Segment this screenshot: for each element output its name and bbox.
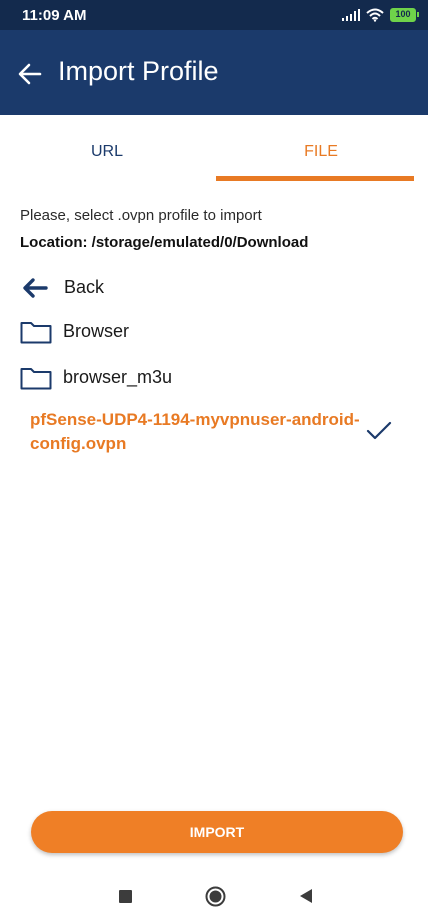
file-name: pfSense-UDP4-1194-myvpnuser-android-conf…	[30, 410, 360, 453]
signal-icon	[342, 9, 360, 21]
page-title: Import Profile	[58, 56, 219, 86]
app-bar: Import Profile	[0, 30, 428, 115]
tab-url[interactable]: URL	[0, 115, 214, 183]
import-button[interactable]: IMPORT	[31, 811, 403, 853]
folder-label: browser_m3u	[63, 367, 173, 387]
home-icon[interactable]	[205, 886, 226, 907]
arrow-left-icon	[23, 278, 48, 298]
battery-icon: 100	[390, 8, 419, 22]
folder-icon	[20, 368, 52, 390]
instruction-text: Please, select .ovpn profile to import	[20, 207, 262, 224]
folder-icon	[20, 322, 52, 344]
status-icons: 100	[342, 7, 419, 23]
location-path: Location: /storage/emulated/0/Download	[20, 234, 309, 251]
folder-row-browser[interactable]: Browser	[0, 312, 428, 352]
status-bar: 11:09 AM 100	[0, 0, 428, 30]
folder-row-browser-m3u[interactable]: browser_m3u	[0, 358, 428, 398]
recents-icon[interactable]	[119, 890, 132, 903]
wifi-icon	[366, 8, 384, 22]
back-row[interactable]: Back	[0, 268, 428, 308]
check-icon	[366, 421, 392, 440]
status-time: 11:09 AM	[22, 7, 87, 24]
tab-indicator	[216, 176, 414, 181]
folder-label: Browser	[63, 321, 130, 341]
system-nav-bar	[0, 870, 428, 912]
back-label: Back	[64, 277, 105, 297]
back-triangle-icon[interactable]	[299, 888, 313, 904]
tab-bar: URL FILE	[0, 115, 428, 183]
back-arrow-icon[interactable]	[16, 60, 44, 88]
tab-file[interactable]: FILE	[214, 115, 428, 183]
file-row-selected[interactable]: pfSense-UDP4-1194-myvpnuser-android-conf…	[0, 406, 428, 466]
